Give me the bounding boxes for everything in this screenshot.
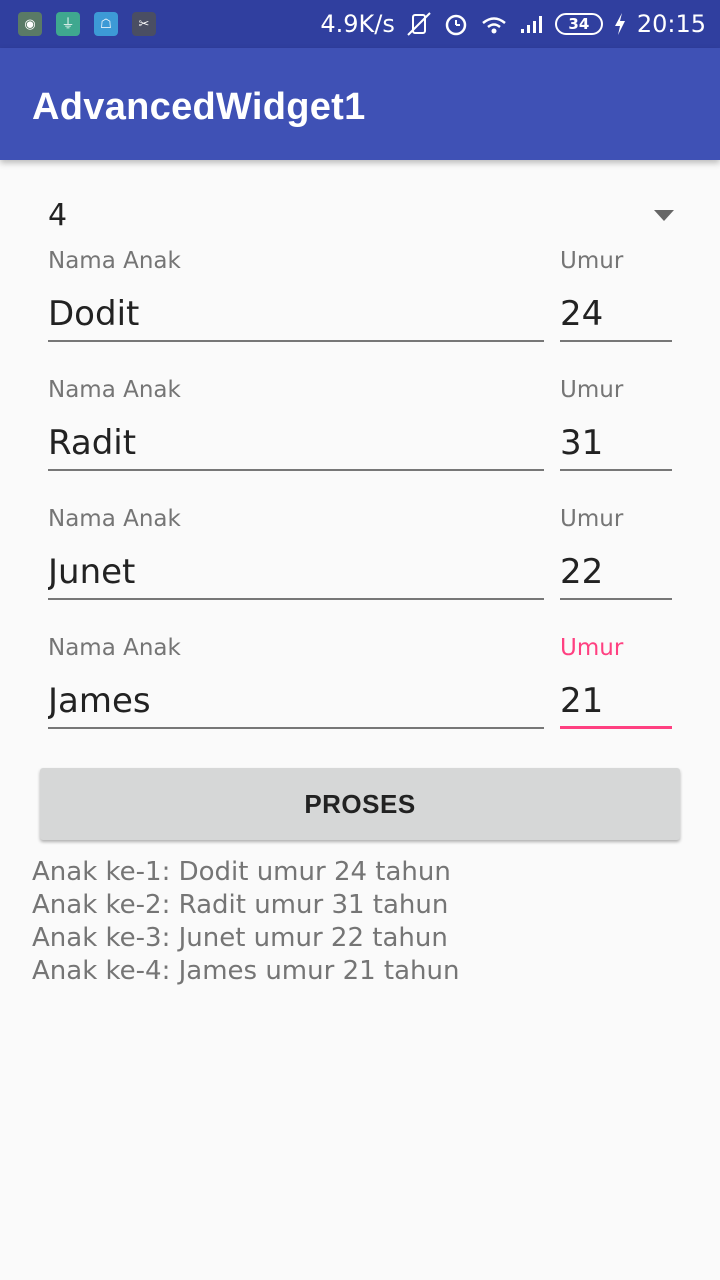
name-label: Nama Anak [48,635,181,661]
tools-icon: ✂ [132,12,156,36]
vibrate-off-icon [405,10,433,38]
app-bar: AdvancedWidget1 [0,48,720,160]
android-icon: ☖ [94,12,118,36]
name-input[interactable] [48,288,544,342]
status-indicators: 4.9K/s 34 20:15 [320,0,706,48]
child-count-spinner[interactable]: 4 [48,196,676,240]
child-row-2: Nama Anak Umur [48,377,672,487]
wifi-icon [479,12,509,36]
name-label: Nama Anak [48,506,181,532]
spinner-selected-value: 4 [48,198,68,233]
alarm-icon [443,11,469,37]
gallery-app-icon: ◉ [18,12,42,36]
name-input[interactable] [48,546,544,600]
network-speed: 4.9K/s [320,10,395,38]
age-label-focused: Umur [560,635,624,661]
child-row-3: Nama Anak Umur [48,506,672,616]
age-input[interactable] [560,546,672,600]
clock: 20:15 [636,10,706,38]
age-label: Umur [560,248,624,274]
notification-icons: ◉ ⏚ ☖ ✂ [18,12,156,36]
name-input[interactable] [48,417,544,471]
result-line: Anak ke-2: Radit umur 31 tahun [32,890,449,920]
proses-button[interactable]: PROSES [40,768,680,840]
age-label: Umur [560,506,624,532]
charging-icon [613,12,627,36]
age-label: Umur [560,377,624,403]
age-input[interactable] [560,288,672,342]
child-row-4: Nama Anak Umur [48,635,672,745]
result-line: Anak ke-3: Junet umur 22 tahun [32,923,448,953]
age-input-focused[interactable] [560,675,672,729]
name-input[interactable] [48,675,544,729]
battery-level: 34 [554,13,603,35]
signal-icon [519,13,545,35]
status-bar: ◉ ⏚ ☖ ✂ 4.9K/s 34 20:15 [0,0,720,48]
result-line: Anak ke-4: James umur 21 tahun [32,956,460,986]
name-label: Nama Anak [48,377,181,403]
dropdown-arrow-icon [654,210,674,221]
result-text: Anak ke-1: Dodit umur 24 tahun Anak ke-2… [32,856,692,988]
age-input[interactable] [560,417,672,471]
battery-icon: 34 [554,13,603,35]
app-title: AdvancedWidget1 [32,86,366,128]
child-row-1: Nama Anak Umur [48,248,672,358]
usb-icon: ⏚ [56,12,80,36]
result-line: Anak ke-1: Dodit umur 24 tahun [32,857,451,887]
name-label: Nama Anak [48,248,181,274]
